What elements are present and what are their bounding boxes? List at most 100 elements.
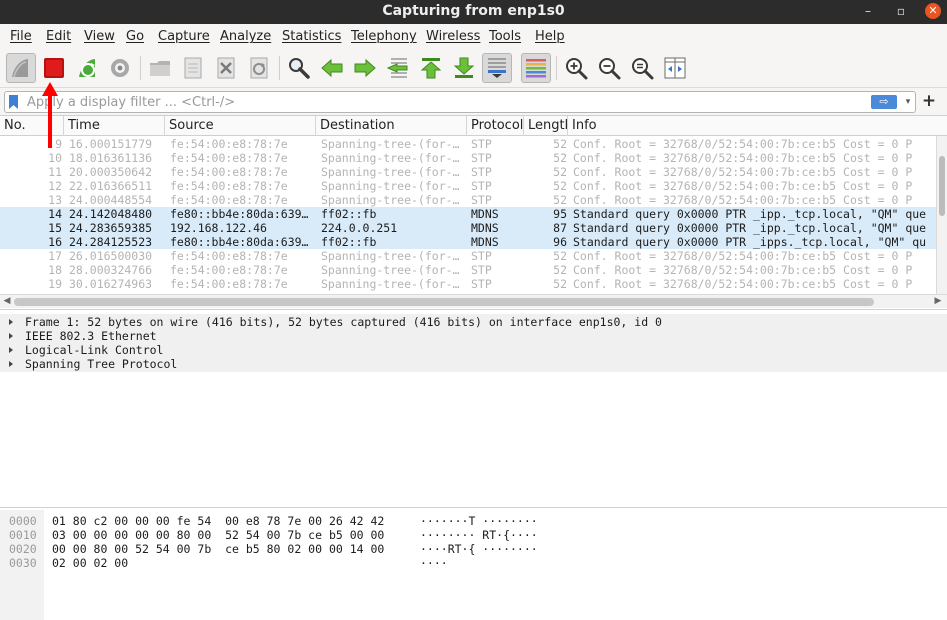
zoom-out-button[interactable] xyxy=(594,53,624,83)
detail-row-ethernet[interactable]: IEEE 802.3 Ethernet xyxy=(0,329,947,343)
column-info[interactable]: Info xyxy=(568,116,936,136)
packet-cell-time: 26.016500030 xyxy=(69,249,153,263)
minimize-icon[interactable]: – xyxy=(860,3,876,19)
menu-tools[interactable]: Tools xyxy=(489,29,521,44)
menu-file[interactable]: File xyxy=(10,29,32,44)
packet-row[interactable]: 9 16.000151779 fe:54:00:e8:78:7e Spanning-t… xyxy=(0,137,938,151)
window-titlebar: Capturing from enp1s0 – ▫ ✕ xyxy=(0,0,947,24)
apply-filter-icon[interactable]: ⇨ xyxy=(871,95,897,109)
stop-capture-button[interactable] xyxy=(39,53,69,83)
save-file-button[interactable] xyxy=(178,53,208,83)
packet-list-horizontal-scrollbar[interactable]: ◀ ▶ xyxy=(0,294,947,308)
go-back-button[interactable] xyxy=(317,53,347,83)
find-packet-button[interactable] xyxy=(284,53,314,83)
menu-edit[interactable]: Edit xyxy=(46,29,71,44)
reload-file-button[interactable] xyxy=(244,53,274,83)
go-last-button[interactable] xyxy=(449,53,479,83)
packet-row[interactable]: 15 24.283659385 192.168.122.46 224.0.0.251 M… xyxy=(0,221,938,235)
column-destination[interactable]: Destination xyxy=(316,116,467,136)
menu-help[interactable]: Help xyxy=(535,29,565,44)
packet-list-vertical-scrollbar[interactable] xyxy=(936,136,947,294)
zoom-normal-button[interactable] xyxy=(627,53,657,83)
resize-columns-button[interactable] xyxy=(660,53,690,83)
packet-row[interactable]: 11 20.000350642 fe:54:00:e8:78:7e Spanning-… xyxy=(0,165,938,179)
menu-capture[interactable]: Capture xyxy=(158,29,210,44)
bytes-row[interactable]: 0030 02 00 02 00 ···· xyxy=(0,556,947,570)
open-file-button[interactable] xyxy=(145,53,175,83)
packet-cell-dst: Spanning-tree-(for-… xyxy=(321,193,460,207)
packet-row[interactable]: 13 24.000448554 fe:54:00:e8:78:7e Spanning-… xyxy=(0,193,938,207)
column-time[interactable]: Time xyxy=(64,116,165,136)
bytes-row[interactable]: 0000 01 80 c2 00 00 00 fe 54 00 e8 78 7e … xyxy=(0,514,947,528)
close-icon[interactable]: ✕ xyxy=(925,3,941,19)
packet-cell-no: 10 xyxy=(48,151,62,165)
autoscroll-button[interactable] xyxy=(482,53,512,83)
packet-cell-src: fe80::bb4e:80da:639… xyxy=(170,207,309,221)
bytes-row[interactable]: 0020 00 00 80 00 52 54 00 7b ce b5 80 02 … xyxy=(0,542,947,556)
maximize-icon[interactable]: ▫ xyxy=(893,3,909,19)
scroll-left-icon[interactable]: ◀ xyxy=(1,295,13,308)
expand-arrow-icon[interactable] xyxy=(9,319,13,325)
go-to-packet-button[interactable] xyxy=(383,53,413,83)
packet-cell-no: 18 xyxy=(48,263,62,277)
add-filter-button[interactable]: + xyxy=(921,91,937,111)
column-length[interactable]: Length xyxy=(524,116,568,136)
scrollbar-thumb[interactable] xyxy=(14,298,874,306)
column-source[interactable]: Source xyxy=(165,116,316,136)
packet-cell-no: 11 xyxy=(48,165,62,179)
scroll-right-icon[interactable]: ▶ xyxy=(932,295,944,308)
packet-cell-dst: ff02::fb xyxy=(321,235,377,249)
expand-arrow-icon[interactable] xyxy=(9,347,13,353)
packet-cell-info: Conf. Root = 32768/0/52:54:00:7b:ce:b5 C… xyxy=(573,165,913,179)
packet-row[interactable]: 17 26.016500030 fe:54:00:e8:78:7e Spanning-… xyxy=(0,249,938,263)
menu-analyze[interactable]: Analyze xyxy=(220,29,271,44)
bookmark-icon[interactable] xyxy=(9,95,18,109)
zoom-in-button[interactable] xyxy=(561,53,591,83)
packet-cell-len: 52 xyxy=(553,165,567,179)
reload-file-icon xyxy=(250,57,268,79)
close-file-icon xyxy=(217,57,235,79)
packet-cell-len: 96 xyxy=(553,235,567,249)
menu-statistics[interactable]: Statistics xyxy=(282,29,341,44)
packet-row[interactable]: 14 24.142048480 fe80::bb4e:80da:639… ff02::… xyxy=(0,207,938,221)
packet-cell-len: 52 xyxy=(553,193,567,207)
detail-row-stp[interactable]: Spanning Tree Protocol xyxy=(0,357,947,371)
scrollbar-thumb[interactable] xyxy=(939,156,945,216)
display-filter-input[interactable] xyxy=(27,94,867,111)
go-first-button[interactable] xyxy=(416,53,446,83)
packet-cell-time: 16.000151779 xyxy=(69,137,153,151)
detail-row-frame[interactable]: Frame 1: 52 bytes on wire (416 bits), 52… xyxy=(0,315,947,329)
menu-wireless[interactable]: Wireless xyxy=(426,29,480,44)
packet-row[interactable]: 18 28.000324766 fe:54:00:e8:78:7e Spanning-… xyxy=(0,263,938,277)
colorize-button[interactable] xyxy=(521,53,551,83)
expand-arrow-icon[interactable] xyxy=(9,361,13,367)
start-capture-button[interactable] xyxy=(6,53,36,83)
packet-row[interactable]: 16 24.284125523 fe80::bb4e:80da:639… ff02::… xyxy=(0,235,938,249)
packet-row[interactable]: 10 18.016361136 fe:54:00:e8:78:7e Spanning-… xyxy=(0,151,938,165)
packet-cell-info: Standard query 0x0000 PTR _ipp._tcp.loca… xyxy=(573,221,927,235)
save-file-icon xyxy=(184,57,202,79)
chevron-down-icon[interactable]: ▾ xyxy=(902,94,914,110)
packet-cell-src: fe:54:00:e8:78:7e xyxy=(170,137,288,151)
go-first-icon xyxy=(420,58,442,79)
menu-bar: File Edit View Go Capture Analyze Statis… xyxy=(0,24,947,48)
capture-options-button[interactable] xyxy=(105,53,135,83)
packet-row[interactable]: 19 30.016274963 fe:54:00:e8:78:7e Spanning-… xyxy=(0,277,938,291)
close-file-button[interactable] xyxy=(211,53,241,83)
detail-row-llc[interactable]: Logical-Link Control xyxy=(0,343,947,357)
go-forward-button[interactable] xyxy=(350,53,380,83)
column-protocol[interactable]: Protocol xyxy=(467,116,524,136)
packet-cell-src: fe:54:00:e8:78:7e xyxy=(170,165,288,179)
packet-cell-dst: Spanning-tree-(for-… xyxy=(321,179,460,193)
packet-cell-dst: Spanning-tree-(for-… xyxy=(321,249,460,263)
packet-cell-len: 52 xyxy=(553,263,567,277)
menu-go[interactable]: Go xyxy=(126,29,144,44)
menu-view[interactable]: View xyxy=(84,29,115,44)
menu-telephony[interactable]: Telephony xyxy=(351,29,417,44)
start-capture-icon xyxy=(12,59,28,78)
expand-arrow-icon[interactable] xyxy=(9,333,13,339)
packet-row[interactable]: 12 22.016366511 fe:54:00:e8:78:7e Spanning-… xyxy=(0,179,938,193)
packet-cell-no: 13 xyxy=(48,193,62,207)
bytes-row[interactable]: 0010 03 00 00 00 00 00 80 00 52 54 00 7b … xyxy=(0,528,947,542)
restart-capture-button[interactable] xyxy=(73,53,103,83)
